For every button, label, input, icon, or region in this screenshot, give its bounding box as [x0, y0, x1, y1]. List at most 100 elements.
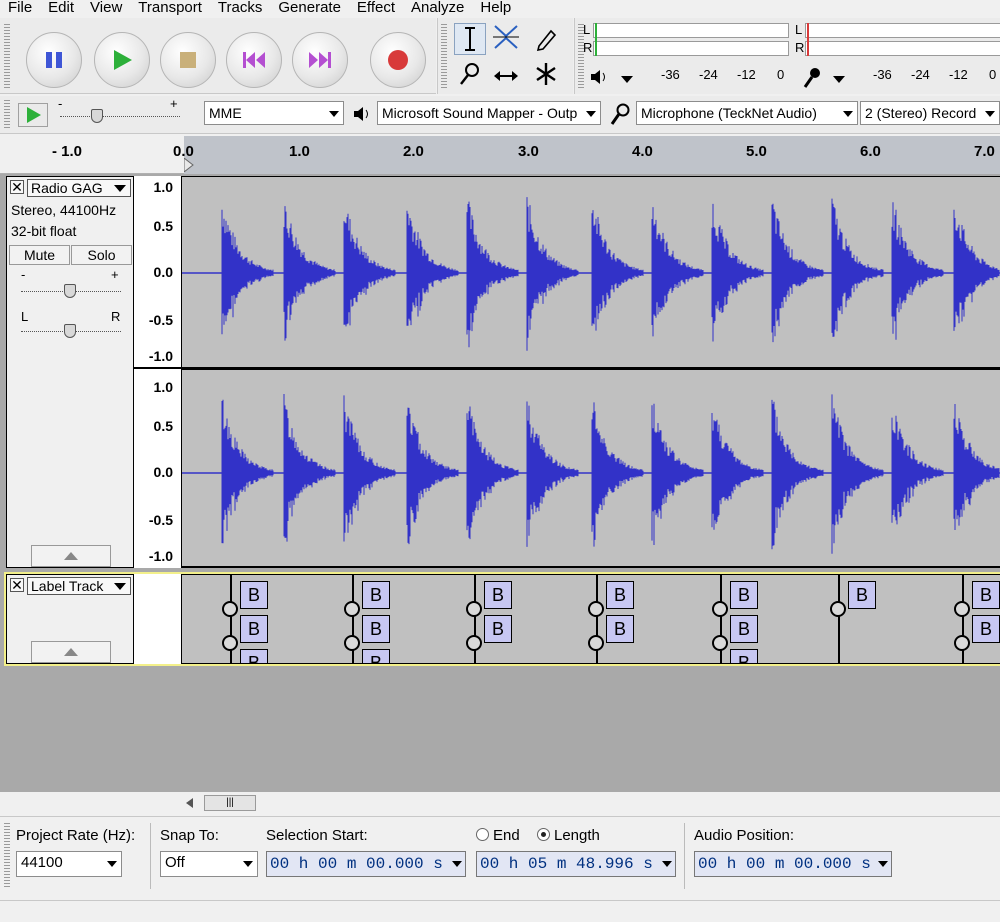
label-text-box[interactable]: B: [730, 615, 758, 643]
collapse-track-button[interactable]: [31, 545, 111, 567]
speed-slider-track[interactable]: [60, 116, 180, 117]
multi-tool[interactable]: [530, 58, 562, 90]
label-handle-icon[interactable]: [466, 601, 482, 617]
length-radio-label: Length: [554, 827, 600, 844]
label-handle-icon[interactable]: [954, 601, 970, 617]
label-text-box[interactable]: B: [606, 615, 634, 643]
playback-meter-left[interactable]: [593, 23, 789, 38]
time-shift-tool[interactable]: [490, 60, 522, 92]
selection-length-time[interactable]: 00 h 05 m 48.996 s: [476, 851, 676, 877]
label-handle-icon[interactable]: [344, 635, 360, 651]
length-radio[interactable]: Length: [537, 827, 600, 844]
scroll-left-icon[interactable]: [186, 798, 194, 808]
record-meter-right[interactable]: [805, 41, 1000, 56]
label-track-ruler-spacer: [134, 574, 182, 664]
selection-start-time[interactable]: 00 h 00 m 00.000 s: [266, 851, 466, 877]
playback-meter-right[interactable]: [593, 41, 789, 56]
record-scale-tick: -12: [949, 67, 968, 82]
label-handle-icon[interactable]: [466, 635, 482, 651]
label-text-box[interactable]: B: [972, 615, 1000, 643]
toolbar-grip[interactable]: [441, 24, 447, 88]
close-track-icon[interactable]: ✕: [10, 180, 24, 194]
label-text-box[interactable]: B: [606, 581, 634, 609]
end-radio[interactable]: End: [476, 827, 520, 844]
label-text-box[interactable]: B: [730, 649, 758, 663]
label-handle-icon[interactable]: [588, 601, 604, 617]
play-button[interactable]: [94, 32, 150, 88]
label-handle-icon[interactable]: [830, 601, 846, 617]
label-track-area[interactable]: BBBBBBBBBBBBBBBB: [182, 574, 1000, 664]
label-text-box[interactable]: B: [972, 581, 1000, 609]
record-meter-menu[interactable]: [829, 70, 847, 86]
label-text-box[interactable]: B: [240, 581, 268, 609]
snap-to-select[interactable]: Off: [160, 851, 258, 877]
audio-position-time[interactable]: 00 h 00 m 00.000 s: [694, 851, 892, 877]
stop-button[interactable]: [160, 32, 216, 88]
menu-help[interactable]: Help: [472, 0, 519, 18]
label-text-box[interactable]: B: [848, 581, 876, 609]
menu-effect[interactable]: Effect: [349, 0, 403, 18]
draw-tool[interactable]: [530, 23, 562, 55]
menu-generate[interactable]: Generate: [270, 0, 349, 18]
close-track-icon[interactable]: ✕: [10, 578, 24, 592]
label-text-box[interactable]: B: [730, 581, 758, 609]
label-track-name-menu[interactable]: Label Track: [27, 577, 131, 595]
speed-slider-thumb[interactable]: [91, 109, 103, 123]
playback-meter-r-label: R: [583, 40, 593, 55]
track-name-menu[interactable]: Radio GAG: [27, 179, 131, 197]
pan-slider-thumb[interactable]: [64, 324, 76, 338]
label-handle-icon[interactable]: [954, 635, 970, 651]
label-text-box[interactable]: B: [484, 581, 512, 609]
zoom-tool[interactable]: [454, 58, 486, 90]
toolbar-grip[interactable]: [4, 100, 10, 128]
playback-scale-tick: -24: [699, 67, 718, 82]
pan-left-label: L: [21, 309, 29, 324]
playback-device-select[interactable]: Microsoft Sound Mapper - Outp: [377, 101, 601, 125]
label-text-box[interactable]: B: [362, 649, 390, 663]
label-text-box[interactable]: B: [240, 615, 268, 643]
label-handle-icon[interactable]: [588, 635, 604, 651]
skip-to-start-button[interactable]: [226, 32, 282, 88]
label-handle-icon[interactable]: [222, 635, 238, 651]
label-marker-line[interactable]: [838, 575, 840, 663]
label-text-box[interactable]: B: [240, 649, 268, 663]
selection-tool[interactable]: [454, 23, 486, 55]
audio-position-label: Audio Position:: [694, 827, 795, 844]
toolbar-grip[interactable]: [4, 24, 10, 88]
scroll-thumb[interactable]: |||: [204, 795, 256, 811]
menu-transport[interactable]: Transport: [130, 0, 210, 18]
label-handle-icon[interactable]: [222, 601, 238, 617]
label-text-box[interactable]: B: [362, 581, 390, 609]
label-handle-icon[interactable]: [344, 601, 360, 617]
audio-host-select[interactable]: MME: [204, 101, 344, 125]
menu-view[interactable]: View: [82, 0, 130, 18]
amplitude-ruler[interactable]: 1.0 0.5 0.0 -0.5 -1.0 1.0 0.5 0.0 -0.5 -…: [134, 176, 182, 568]
record-scale-tick: -36: [873, 67, 892, 82]
recording-device-select[interactable]: Microphone (TeckNet Audio): [636, 101, 858, 125]
horizontal-scrollbar[interactable]: |||: [0, 792, 1000, 814]
record-meter-left[interactable]: [805, 23, 1000, 38]
label-text-box[interactable]: B: [484, 615, 512, 643]
play-at-speed-button[interactable]: [18, 103, 48, 127]
recording-channels-select[interactable]: 2 (Stereo) Record: [860, 101, 1000, 125]
mute-button[interactable]: Mute: [9, 245, 70, 265]
timeline-ruler[interactable]: - 1.0 0.0 1.0 2.0 3.0 4.0 5.0 6.0 7.0: [0, 136, 1000, 174]
menu-file[interactable]: File: [0, 0, 40, 18]
label-handle-icon[interactable]: [712, 635, 728, 651]
waveform-area[interactable]: [182, 176, 1000, 568]
skip-to-end-button[interactable]: [292, 32, 348, 88]
record-button[interactable]: [370, 32, 426, 88]
envelope-tool[interactable]: [490, 21, 522, 53]
menu-edit[interactable]: Edit: [40, 0, 82, 18]
menu-tracks[interactable]: Tracks: [210, 0, 270, 18]
playback-meter-menu[interactable]: [617, 70, 635, 86]
solo-button[interactable]: Solo: [71, 245, 132, 265]
label-text-box[interactable]: B: [362, 615, 390, 643]
menu-analyze[interactable]: Analyze: [403, 0, 472, 18]
project-rate-select[interactable]: 44100: [16, 851, 122, 877]
toolbar-grip[interactable]: [4, 823, 10, 889]
gain-slider-thumb[interactable]: [64, 284, 76, 298]
label-handle-icon[interactable]: [712, 601, 728, 617]
collapse-track-button[interactable]: [31, 641, 111, 663]
pause-button[interactable]: [26, 32, 82, 88]
